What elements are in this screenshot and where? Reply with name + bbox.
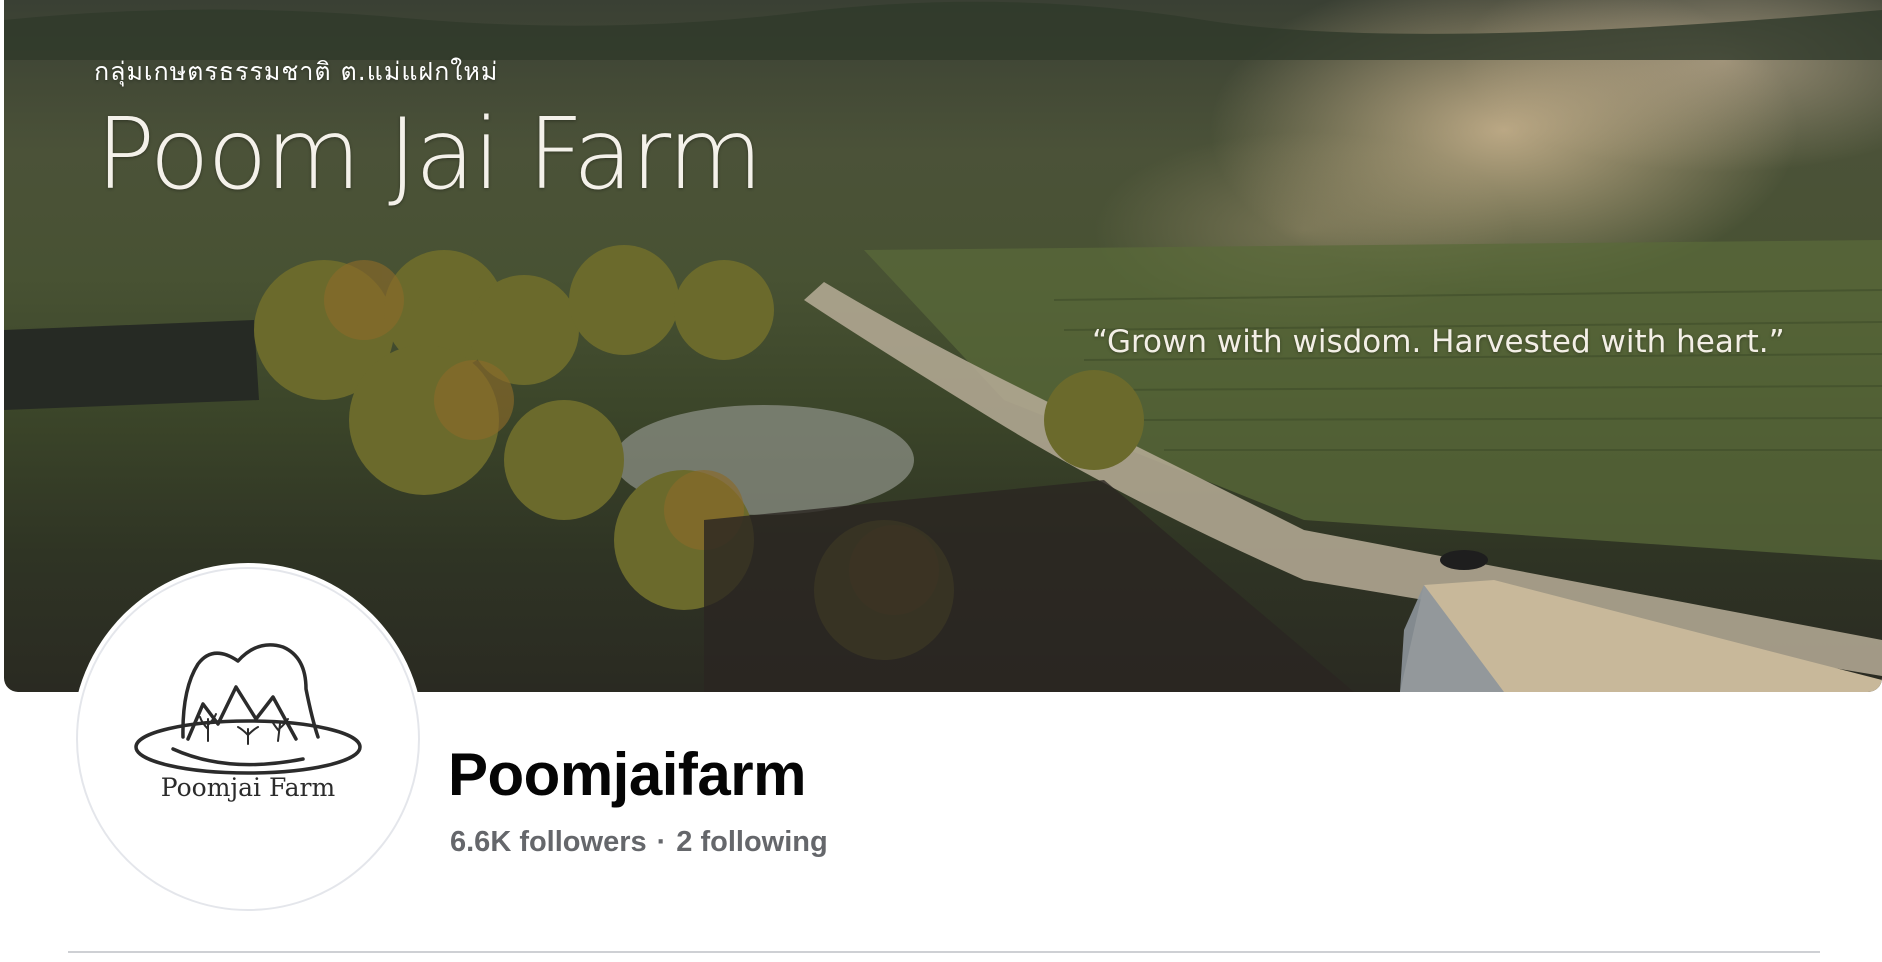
follow-stats: 6.6K followers · 2 following bbox=[450, 826, 828, 859]
following-link[interactable]: 2 following bbox=[676, 826, 827, 858]
stats-separator: · bbox=[656, 826, 667, 858]
cover-thai-subtitle: กลุ่มเกษตรธรรมชาติ ต.แม่แฝกใหม่ bbox=[94, 57, 499, 86]
profile-divider bbox=[68, 951, 1820, 953]
avatar-logo-text: Poomjai Farm bbox=[160, 773, 336, 802]
followers-link[interactable]: 6.6K followers bbox=[450, 826, 647, 858]
cover-tagline: “Grown with wisdom. Harvested with heart… bbox=[1092, 324, 1785, 360]
cover-farm-title: Poom Jai Farm bbox=[96, 98, 763, 212]
profile-avatar[interactable]: Poomjai Farm bbox=[76, 567, 420, 911]
hat-mountain-logo-icon bbox=[134, 643, 362, 775]
page-title: Poomjaifarm bbox=[448, 741, 806, 808]
